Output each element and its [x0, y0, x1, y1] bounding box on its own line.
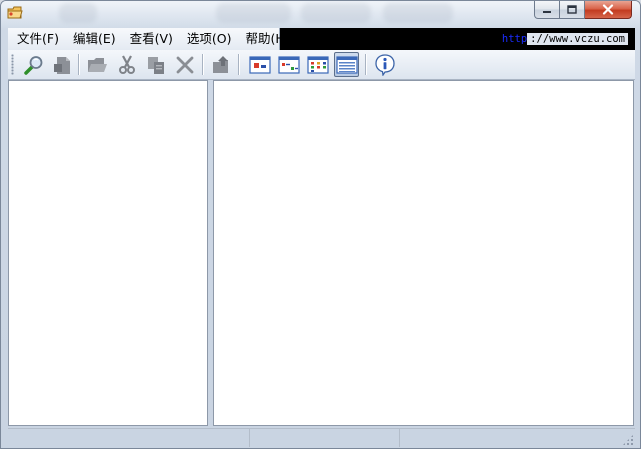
- toolbar-grip[interactable]: [11, 54, 14, 75]
- close-icon: [602, 4, 614, 15]
- search-button[interactable]: [21, 52, 46, 77]
- about-info-icon: [374, 53, 395, 76]
- toolbar-separator: [202, 54, 204, 75]
- menu-options[interactable]: 选项(O): [178, 28, 237, 50]
- maximize-icon: [567, 5, 577, 14]
- go-up-button[interactable]: [208, 52, 233, 77]
- menu-list: 文件(F) 编辑(E) 查看(V) 选项(O) 帮助(H): [8, 28, 290, 50]
- menu-bar: 文件(F) 编辑(E) 查看(V) 选项(O) 帮助(H) http://www…: [8, 28, 635, 50]
- folder-tree-pane[interactable]: [8, 80, 208, 426]
- minimize-icon: [543, 10, 551, 13]
- menu-view[interactable]: 查看(V): [121, 28, 178, 50]
- about-button[interactable]: [372, 52, 397, 77]
- menu-edit[interactable]: 编辑(E): [64, 28, 121, 50]
- small-icons-view-icon: [277, 55, 300, 74]
- large-icons-view-icon: [248, 55, 271, 74]
- delete-button[interactable]: [172, 52, 197, 77]
- toolbar-separator: [365, 54, 367, 75]
- menu-file[interactable]: 文件(F): [8, 28, 64, 50]
- delete-icon: [176, 56, 193, 73]
- cut-icon: [118, 54, 135, 74]
- website-link-protocol: http: [499, 33, 528, 45]
- maximize-button[interactable]: [560, 1, 585, 19]
- background-ghost: [216, 3, 291, 23]
- copy-button[interactable]: [143, 52, 168, 77]
- list-view-button[interactable]: [305, 52, 330, 77]
- large-icons-view-button[interactable]: [247, 52, 272, 77]
- go-up-icon: [212, 55, 228, 73]
- toolbar-separator: [238, 54, 240, 75]
- background-ghost: [301, 3, 371, 23]
- status-part-2: [250, 429, 400, 447]
- toolbar: [8, 50, 635, 80]
- app-window: 文件(F) 编辑(E) 查看(V) 选项(O) 帮助(H) http://www…: [0, 0, 641, 449]
- small-icons-view-button[interactable]: [276, 52, 301, 77]
- website-link-address: ://www.vczu.com: [527, 33, 628, 45]
- website-link[interactable]: http://www.vczu.com: [499, 28, 628, 50]
- list-view-icon: [306, 55, 329, 74]
- minimize-button[interactable]: [534, 1, 560, 19]
- background-ghost: [59, 3, 97, 23]
- open-folder-button[interactable]: [84, 52, 109, 77]
- title-bar[interactable]: [1, 1, 640, 28]
- menu-help[interactable]: 帮助(H): [237, 28, 295, 50]
- properties-icon: [53, 56, 70, 74]
- status-bar: [8, 428, 635, 447]
- search-icon: [23, 55, 42, 75]
- copy-icon: [147, 56, 164, 74]
- properties-button[interactable]: [50, 52, 75, 77]
- cut-button[interactable]: [114, 52, 139, 77]
- app-folder-icon[interactable]: [7, 6, 23, 20]
- folder-open-icon: [87, 57, 107, 72]
- status-part-3: [400, 429, 635, 447]
- details-view-button[interactable]: [334, 52, 359, 77]
- toolbar-separator: [78, 54, 80, 75]
- status-part-1: [8, 429, 250, 447]
- background-ghost: [383, 3, 453, 23]
- file-list-pane[interactable]: [213, 80, 634, 426]
- details-view-icon: [335, 55, 358, 74]
- close-button[interactable]: [585, 1, 632, 19]
